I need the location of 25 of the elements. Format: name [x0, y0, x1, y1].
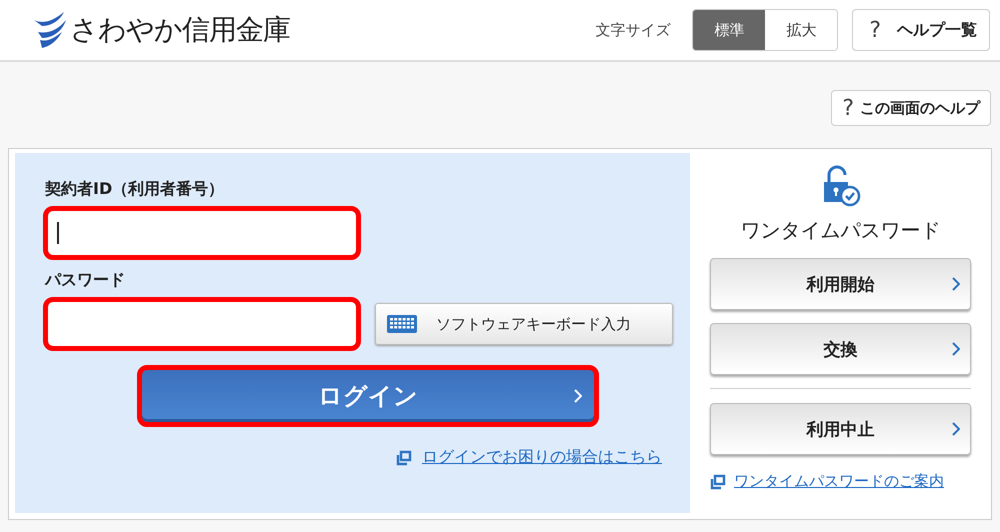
- field-label: 契約者ID（利用者番号）: [45, 179, 226, 200]
- help-list-button[interactable]: ? ヘルプ一覧: [852, 9, 990, 51]
- font-size-option[interactable]: 標準: [693, 10, 766, 50]
- field-label: パスワード: [45, 270, 126, 291]
- logo-icon: [32, 10, 68, 50]
- id-field[interactable]: [43, 206, 361, 260]
- otp-title: ワンタイムパスワード: [740, 217, 942, 244]
- new-window-icon: [396, 450, 412, 466]
- font-size-label: 文字サイズ: [595, 20, 670, 40]
- new-window-icon: [710, 474, 726, 490]
- password-field[interactable]: [43, 297, 361, 351]
- login-button[interactable]: ログイン: [137, 365, 599, 427]
- screen-help-button[interactable]: ? この画面のヘルプ: [831, 90, 991, 126]
- chevron-icon: [952, 342, 960, 356]
- chevron-icon: [952, 277, 960, 291]
- keyboard-icon: [386, 314, 418, 334]
- otp-guide-link[interactable]: ワンタイムパスワードのご案内: [734, 472, 944, 491]
- otp-button[interactable]: 交換: [710, 323, 971, 375]
- otp-button[interactable]: 利用中止: [710, 403, 971, 455]
- chevron-icon: [574, 389, 582, 403]
- otp-button[interactable]: 利用開始: [710, 258, 971, 310]
- login-help-link[interactable]: ログインでお困りの場合はこちら: [422, 447, 662, 468]
- chevron-icon: [952, 422, 960, 436]
- software-keyboard-button[interactable]: ソフトウェアキーボード入力: [375, 303, 673, 345]
- bank-name: さわやか信用金庫: [70, 12, 290, 48]
